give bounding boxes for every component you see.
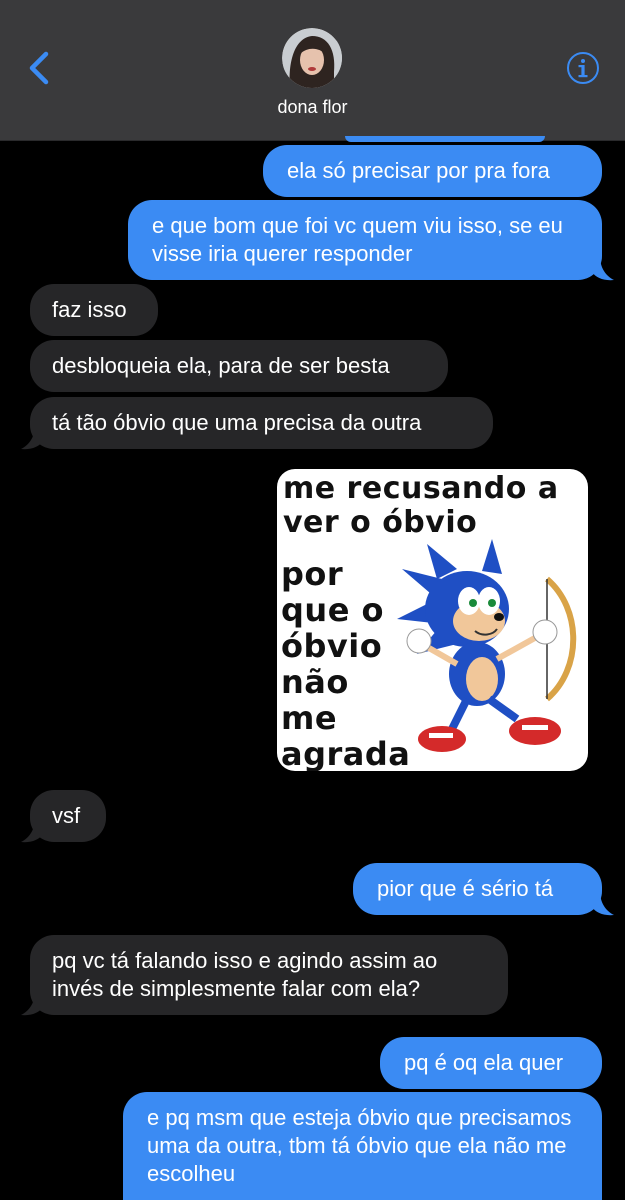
meme-caption-line: me recusando a xyxy=(283,471,559,506)
info-button[interactable] xyxy=(566,51,600,85)
chevron-left-icon xyxy=(29,51,49,85)
message-text: ela só precisar por pra fora xyxy=(287,158,550,183)
message-text: pior que é sério tá xyxy=(377,876,554,901)
sonic-illustration xyxy=(397,539,577,752)
bubble-tail xyxy=(21,991,43,1016)
message-bubble-incoming[interactable]: pq vc tá falando isso e agindo assim ao … xyxy=(30,935,508,1015)
message-bubble-outgoing[interactable]: e que bom que foi vc quem viu isso, se e… xyxy=(128,200,602,280)
message-bubble-outgoing[interactable]: pior que é sério tá xyxy=(353,863,602,915)
message-text: vsf xyxy=(52,803,81,828)
back-button[interactable] xyxy=(26,50,52,86)
message-bubble-outgoing[interactable]: ela só precisar por pra fora xyxy=(263,145,602,197)
message-text: pq é oq ela quer xyxy=(404,1050,564,1075)
message-text: e pq msm que esteja óbvio que precisamos… xyxy=(147,1105,572,1186)
contact-avatar[interactable] xyxy=(282,28,342,88)
message-text: pq vc tá falando isso e agindo assim ao … xyxy=(52,948,438,1001)
meme-caption-line: que o xyxy=(281,591,385,629)
bubble-tail xyxy=(21,818,43,843)
message-bubble-incoming[interactable]: tá tão óbvio que uma precisa da outra xyxy=(30,397,493,449)
meme-caption-line: ver o óbvio xyxy=(283,505,478,540)
info-icon xyxy=(567,52,599,84)
message-text: faz isso xyxy=(52,297,127,322)
contact-name[interactable]: dona flor xyxy=(0,97,625,118)
meme-image[interactable]: me recusando a ver o óbvio por que o óbv… xyxy=(277,469,588,771)
meme-caption-line: óbvio xyxy=(281,627,383,665)
meme-caption-line: me xyxy=(281,699,338,737)
avatar-photo xyxy=(282,28,342,88)
message-bubble-incoming[interactable]: faz isso xyxy=(30,284,158,336)
bubble-tail xyxy=(592,891,614,916)
meme-caption-line: não xyxy=(281,663,349,701)
message-bubble-outgoing[interactable]: pq é oq ela quer xyxy=(380,1037,602,1089)
conversation-header: dona flor xyxy=(0,0,625,141)
meme-caption-line: agrada xyxy=(281,735,411,771)
message-bubble-outgoing[interactable]: e pq msm que esteja óbvio que precisamos… xyxy=(123,1092,602,1200)
message-text: desbloqueia ela, para de ser besta xyxy=(52,353,390,378)
meme-caption-line: por xyxy=(281,555,344,593)
message-text: e que bom que foi vc quem viu isso, se e… xyxy=(152,213,563,266)
bubble-tail xyxy=(21,425,43,450)
message-text: tá tão óbvio que uma precisa da outra xyxy=(52,410,422,435)
message-bubble-incoming[interactable]: desbloqueia ela, para de ser besta xyxy=(30,340,448,392)
partial-bubble xyxy=(345,136,545,142)
bubble-tail xyxy=(592,256,614,281)
